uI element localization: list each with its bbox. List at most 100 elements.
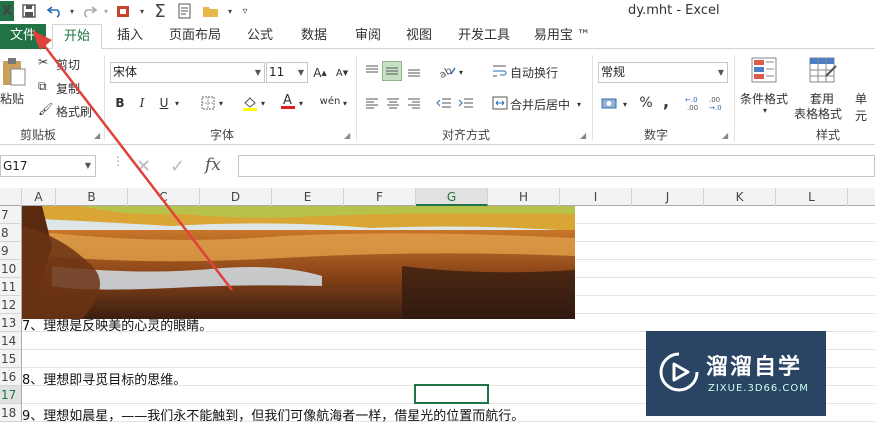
- insert-function-button[interactable]: fx: [205, 155, 221, 175]
- cell-styles-button[interactable]: 单元: [855, 90, 875, 124]
- percent-button[interactable]: %: [636, 93, 656, 113]
- column-header[interactable]: D: [200, 188, 272, 206]
- active-cell-g17[interactable]: [414, 384, 489, 404]
- column-header[interactable]: A: [22, 188, 56, 206]
- column-header-selected[interactable]: G: [416, 188, 488, 206]
- alignment-launcher-icon[interactable]: ◢: [580, 131, 586, 140]
- cell-a16[interactable]: 8、理想即寻觅目标的思维。: [22, 369, 186, 388]
- cut-button[interactable]: 剪切: [56, 56, 80, 73]
- formula-input[interactable]: [238, 155, 875, 177]
- fill-color-icon[interactable]: [240, 93, 260, 113]
- tab-review[interactable]: 审阅: [346, 24, 390, 49]
- comma-button[interactable]: ,: [656, 91, 676, 111]
- tab-formulas[interactable]: 公式: [238, 24, 282, 49]
- row-header[interactable]: 14: [0, 332, 22, 350]
- row-header-selected[interactable]: 17: [0, 386, 22, 404]
- wrap-text-icon[interactable]: [490, 61, 510, 81]
- column-header[interactable]: H: [488, 188, 560, 206]
- row-header[interactable]: 16: [0, 368, 22, 386]
- open-folder-icon[interactable]: [198, 1, 224, 21]
- border-dropdown-icon[interactable]: ▾: [216, 93, 226, 113]
- save-icon[interactable]: [14, 1, 44, 21]
- tab-view[interactable]: 视图: [397, 24, 441, 49]
- decrease-decimal-icon[interactable]: .00 →.0: [708, 93, 730, 113]
- redo-icon[interactable]: [78, 1, 100, 21]
- font-color-dropdown-icon[interactable]: ▾: [296, 93, 306, 113]
- row-header[interactable]: 18: [0, 404, 22, 422]
- phonetic-dropdown-icon[interactable]: ▾: [340, 93, 350, 113]
- column-header[interactable]: F: [344, 188, 416, 206]
- format-painter-icon[interactable]: 🖌: [38, 102, 53, 116]
- increase-decimal-icon[interactable]: ←.0.00: [684, 93, 706, 113]
- copy-icon[interactable]: ⧉: [38, 79, 47, 94]
- select-all-corner[interactable]: [0, 188, 22, 206]
- column-header[interactable]: E: [272, 188, 344, 206]
- tab-page-layout[interactable]: 页面布局: [160, 24, 230, 49]
- fill-dropdown-icon[interactable]: ▾: [258, 93, 268, 113]
- row-header[interactable]: 11: [0, 278, 22, 296]
- customize-qat-icon[interactable]: ▿: [236, 1, 254, 21]
- tab-file[interactable]: 文件: [0, 24, 46, 49]
- column-header[interactable]: C: [128, 188, 200, 206]
- font-color-icon[interactable]: A: [278, 91, 298, 111]
- border-icon[interactable]: [198, 93, 218, 113]
- tab-yiyongbao[interactable]: 易用宝 ™: [528, 24, 596, 49]
- autosum-icon[interactable]: Σ: [148, 1, 172, 22]
- orientation-dropdown-icon[interactable]: ▾: [456, 62, 466, 82]
- row-header[interactable]: 9: [0, 242, 22, 260]
- grow-font-icon[interactable]: A ▲: [310, 63, 330, 83]
- form-icon[interactable]: [172, 1, 198, 21]
- column-header[interactable]: L: [776, 188, 848, 206]
- phonetic-button[interactable]: wén: [318, 91, 342, 111]
- number-format-combo[interactable]: 常规 ▼: [598, 62, 728, 83]
- tab-home[interactable]: 开始: [52, 24, 102, 50]
- landscape-image[interactable]: [22, 206, 575, 319]
- decrease-indent-icon[interactable]: [434, 93, 454, 113]
- align-top-icon[interactable]: [362, 61, 382, 81]
- cut-icon[interactable]: ✂: [38, 55, 48, 69]
- merge-center-button[interactable]: 合并后居中: [510, 96, 570, 113]
- merge-dropdown-icon[interactable]: ▾: [574, 94, 584, 114]
- undo-dropdown-icon[interactable]: ▾: [66, 1, 78, 21]
- align-right-icon[interactable]: [404, 93, 424, 113]
- column-header[interactable]: I: [560, 188, 632, 206]
- column-header[interactable]: J: [632, 188, 704, 206]
- camera-dropdown-icon[interactable]: ▾: [136, 1, 148, 21]
- row-header[interactable]: 12: [0, 296, 22, 314]
- italic-button[interactable]: I: [132, 93, 152, 113]
- name-box[interactable]: G17 ▼: [0, 155, 96, 177]
- align-middle-icon[interactable]: [382, 61, 402, 81]
- format-as-table-icon[interactable]: [808, 55, 840, 87]
- row-header[interactable]: 10: [0, 260, 22, 278]
- align-bottom-icon[interactable]: [404, 61, 424, 81]
- number-launcher-icon[interactable]: ◢: [722, 131, 728, 140]
- row-header[interactable]: 7: [0, 206, 22, 224]
- paste-button[interactable]: 粘贴: [0, 90, 24, 107]
- conditional-formatting-icon[interactable]: [750, 55, 782, 87]
- column-header[interactable]: B: [56, 188, 128, 206]
- underline-button[interactable]: U: [154, 93, 174, 113]
- tab-insert[interactable]: 插入: [108, 24, 152, 49]
- align-left-icon[interactable]: [362, 93, 382, 113]
- clipboard-launcher-icon[interactable]: ◢: [94, 131, 100, 140]
- shrink-font-icon[interactable]: A ▼: [332, 63, 352, 83]
- enter-icon[interactable]: ✓: [170, 156, 185, 177]
- merge-center-icon[interactable]: [490, 93, 510, 113]
- row-header[interactable]: 13: [0, 314, 22, 332]
- format-as-table-label-2[interactable]: 表格格式: [794, 105, 842, 122]
- orientation-icon[interactable]: ab: [438, 61, 458, 81]
- conditional-formatting-button[interactable]: 条件格式: [740, 90, 788, 107]
- font-name-combo[interactable]: 宋体 ▼: [110, 62, 265, 83]
- increase-indent-icon[interactable]: [456, 93, 476, 113]
- column-header[interactable]: K: [704, 188, 776, 206]
- tab-data[interactable]: 数据: [292, 24, 336, 49]
- wrap-text-button[interactable]: 自动换行: [510, 64, 558, 81]
- bold-button[interactable]: B: [110, 93, 130, 113]
- tab-developer[interactable]: 开发工具: [452, 24, 516, 49]
- copy-button[interactable]: 复制: [56, 80, 80, 97]
- cancel-icon[interactable]: ✕: [136, 156, 151, 177]
- format-painter-button[interactable]: 格式刷: [56, 103, 92, 120]
- folder-dropdown-icon[interactable]: ▾: [224, 1, 236, 21]
- drag-handle-icon[interactable]: ⋮: [112, 154, 124, 168]
- font-launcher-icon[interactable]: ◢: [344, 131, 350, 140]
